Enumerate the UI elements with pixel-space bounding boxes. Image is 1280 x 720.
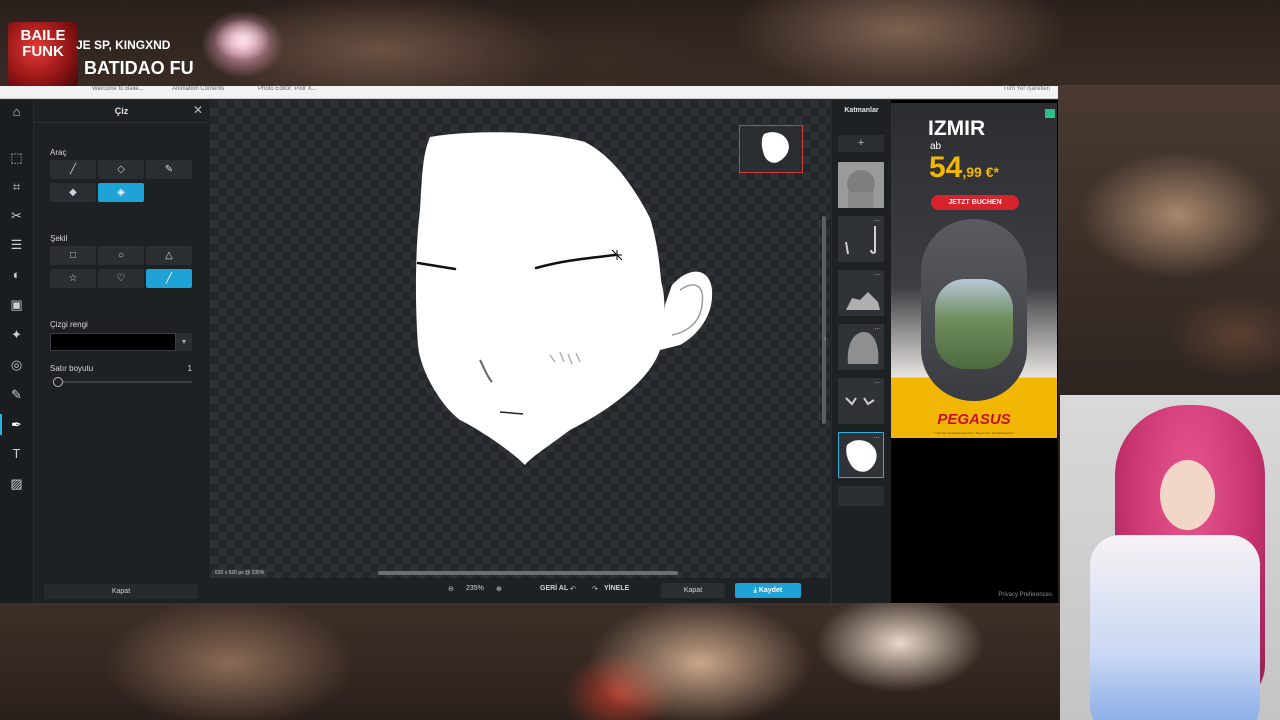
ad-city: IZMIR bbox=[928, 117, 986, 140]
fill-tool-button[interactable]: ◆ bbox=[50, 183, 96, 202]
zoom-out-icon[interactable]: ⊖ bbox=[448, 585, 454, 593]
bookmark-3[interactable]: Photo Editor: Pixlr X... bbox=[258, 86, 317, 92]
drawing-canvas[interactable] bbox=[210, 100, 830, 578]
line-size-slider-thumb[interactable] bbox=[53, 377, 64, 387]
vertical-scrollbar[interactable] bbox=[822, 216, 826, 424]
layer-menu-icon[interactable]: ⋯ bbox=[873, 434, 880, 442]
line-size-label: Satır boyutu bbox=[50, 364, 94, 373]
ad-price-cents: ,99 €* bbox=[962, 164, 999, 180]
layer-item[interactable] bbox=[838, 162, 884, 208]
layer-menu-icon[interactable]: ⋯ bbox=[874, 325, 881, 333]
layers-panel: Katmanlar + ⋯ ⋯ ⋯ ⋯ ⋯ bbox=[831, 100, 891, 603]
line-color-swatch[interactable] bbox=[50, 333, 176, 351]
bookmark-2[interactable]: Animation Contents bbox=[172, 86, 224, 92]
draw-panel: Çiz ✕ Araç ╱ ◇ ✎ ◆ ◈ Şekil □ ○ △ ☆ ♡ ╱ Ç… bbox=[34, 100, 209, 603]
home-icon[interactable]: ⌂ bbox=[9, 104, 24, 119]
layer-menu-icon[interactable]: ⋯ bbox=[874, 217, 881, 225]
face-shape bbox=[415, 132, 665, 465]
navigator-thumbnail[interactable] bbox=[739, 125, 803, 173]
layer-item[interactable]: ⋯ bbox=[838, 324, 884, 370]
layer-menu-icon[interactable]: ⋯ bbox=[874, 271, 881, 279]
chibi-avatar bbox=[190, 0, 295, 88]
circle-shape-button[interactable]: ○ bbox=[98, 246, 144, 265]
advertisement[interactable]: IZMIR ab 54,99 €* JETZT BUCHEN PEGASUS *… bbox=[891, 100, 1058, 603]
line-color-label: Çizgi rengi bbox=[50, 320, 88, 329]
adjust-icon[interactable]: ☰ bbox=[9, 237, 24, 252]
undo-button[interactable]: GERİ AL bbox=[540, 585, 568, 592]
heart-shape-button[interactable]: ♡ bbox=[98, 269, 144, 288]
cutout-icon[interactable]: ✂ bbox=[9, 208, 24, 223]
filter-icon[interactable]: ◐ bbox=[9, 267, 24, 282]
close-icon[interactable]: ✕ bbox=[193, 103, 203, 117]
star-shape-button[interactable]: ☆ bbox=[50, 269, 96, 288]
triangle-shape-button[interactable]: △ bbox=[146, 246, 192, 265]
collapse-layers-icon[interactable]: › bbox=[824, 334, 827, 343]
line-size-slider[interactable] bbox=[56, 381, 192, 383]
redo-icon[interactable]: ↷ bbox=[592, 585, 598, 593]
stream-song-title: BATIDAO FU bbox=[84, 58, 194, 78]
arrange-icon[interactable]: ⬚ bbox=[9, 150, 24, 165]
webcam-feed bbox=[1060, 395, 1280, 720]
bottom-toolbar: ⊖ 235% ⊕ GERİ AL ↶ ↷ YİNELE Kapat ⤓ Kayd… bbox=[210, 578, 830, 603]
close-button[interactable]: Kapat bbox=[661, 583, 725, 598]
tools-label: Araç bbox=[50, 148, 67, 157]
shape-label: Şekil bbox=[50, 234, 68, 243]
undo-icon[interactable]: ↶ bbox=[570, 585, 576, 593]
ad-banner[interactable]: IZMIR ab 54,99 €* JETZT BUCHEN PEGASUS *… bbox=[891, 103, 1057, 438]
ad-price-main: 54 bbox=[929, 151, 963, 184]
airplane-window-image bbox=[921, 219, 1027, 401]
layer-item[interactable]: ⋯ bbox=[838, 216, 884, 262]
effect-icon[interactable]: ▣ bbox=[9, 297, 24, 312]
line-size-value: 1 bbox=[187, 364, 192, 373]
bookmark-1[interactable]: Welcome to Baile... bbox=[92, 86, 144, 92]
retouch-icon[interactable]: ✦ bbox=[9, 327, 24, 342]
ear-shape bbox=[660, 271, 713, 350]
ad-choices-icon[interactable] bbox=[1045, 109, 1055, 118]
line-shape-button[interactable]: ╱ bbox=[146, 269, 192, 288]
canvas-size-status: 620 x 620 px @ 235% bbox=[212, 569, 268, 577]
layer-item[interactable]: ⋯ bbox=[838, 378, 884, 424]
layer-item-selected[interactable]: ⋯ bbox=[838, 432, 884, 478]
stream-song-artist: JE SP, KINGXND bbox=[76, 38, 171, 52]
layers-title: Katmanlar bbox=[844, 107, 879, 114]
crop-icon[interactable]: ⌗ bbox=[9, 179, 24, 194]
privacy-preferences-link[interactable]: Privacy Preferences bbox=[998, 592, 1052, 598]
canvas-area[interactable]: 620 x 620 px @ 235% bbox=[210, 100, 830, 578]
browser-bookmarks-bar: Welcome to Baile... Animation Contents P… bbox=[0, 86, 1058, 99]
navigator-preview bbox=[761, 132, 789, 163]
stream-logo: BAILE FUNK bbox=[8, 22, 78, 88]
brush-icon[interactable]: ✎ bbox=[9, 387, 24, 402]
save-label: Kaydet bbox=[758, 587, 783, 594]
zoom-in-icon[interactable]: ⊕ bbox=[496, 585, 502, 593]
horizontal-scrollbar[interactable] bbox=[378, 571, 678, 575]
panel-close-button[interactable]: Kapat bbox=[44, 584, 198, 599]
ad-price: 54,99 €* bbox=[929, 151, 999, 185]
pencil-tool-button[interactable]: ╱ bbox=[50, 160, 96, 179]
pattern-icon[interactable]: ▨ bbox=[9, 476, 24, 491]
shape-tool-button[interactable]: ◈ bbox=[98, 183, 144, 202]
redo-button[interactable]: YİNELE bbox=[604, 585, 629, 592]
photo-editor: ⌂ ⬚ ⌗ ✂ ☰ ◐ ▣ ✦ ◎ ✎ ✒ T ▨ Çiz ✕ Araç ╱ ◇… bbox=[0, 100, 891, 603]
tool-rail: ⌂ ⬚ ⌗ ✂ ☰ ◐ ▣ ✦ ◎ ✎ ✒ T ▨ bbox=[0, 100, 34, 603]
layer-menu-icon[interactable]: ⋯ bbox=[874, 379, 881, 387]
liquify-icon[interactable]: ◎ bbox=[9, 357, 24, 372]
layer-item-background[interactable] bbox=[838, 486, 884, 506]
ad-brand-logo: PEGASUS bbox=[937, 411, 1011, 428]
layer-item[interactable]: ⋯ bbox=[838, 270, 884, 316]
save-button[interactable]: ⤓ Kaydet bbox=[735, 583, 801, 598]
draw-icon[interactable]: ✒ bbox=[0, 414, 24, 435]
text-icon[interactable]: T bbox=[9, 446, 24, 461]
pen-tool-button[interactable]: ✎ bbox=[146, 160, 192, 179]
eraser-tool-button[interactable]: ◇ bbox=[98, 160, 144, 179]
zoom-level: 235% bbox=[466, 585, 484, 592]
all-bookmarks[interactable]: Tüm Yer İşaretleri bbox=[1003, 86, 1050, 92]
ad-cta-button[interactable]: JETZT BUCHEN bbox=[931, 195, 1019, 210]
stream-background-bottom bbox=[0, 603, 1060, 720]
panel-title: Çiz bbox=[114, 106, 129, 116]
add-layer-button[interactable]: + bbox=[838, 135, 884, 152]
stream-background-right bbox=[1058, 85, 1280, 395]
ad-fine-print: * Inklusive Flughafengebühren. Begrenzte… bbox=[933, 431, 1015, 435]
chevron-down-icon[interactable]: ▾ bbox=[176, 333, 192, 351]
rectangle-shape-button[interactable]: □ bbox=[50, 246, 96, 265]
